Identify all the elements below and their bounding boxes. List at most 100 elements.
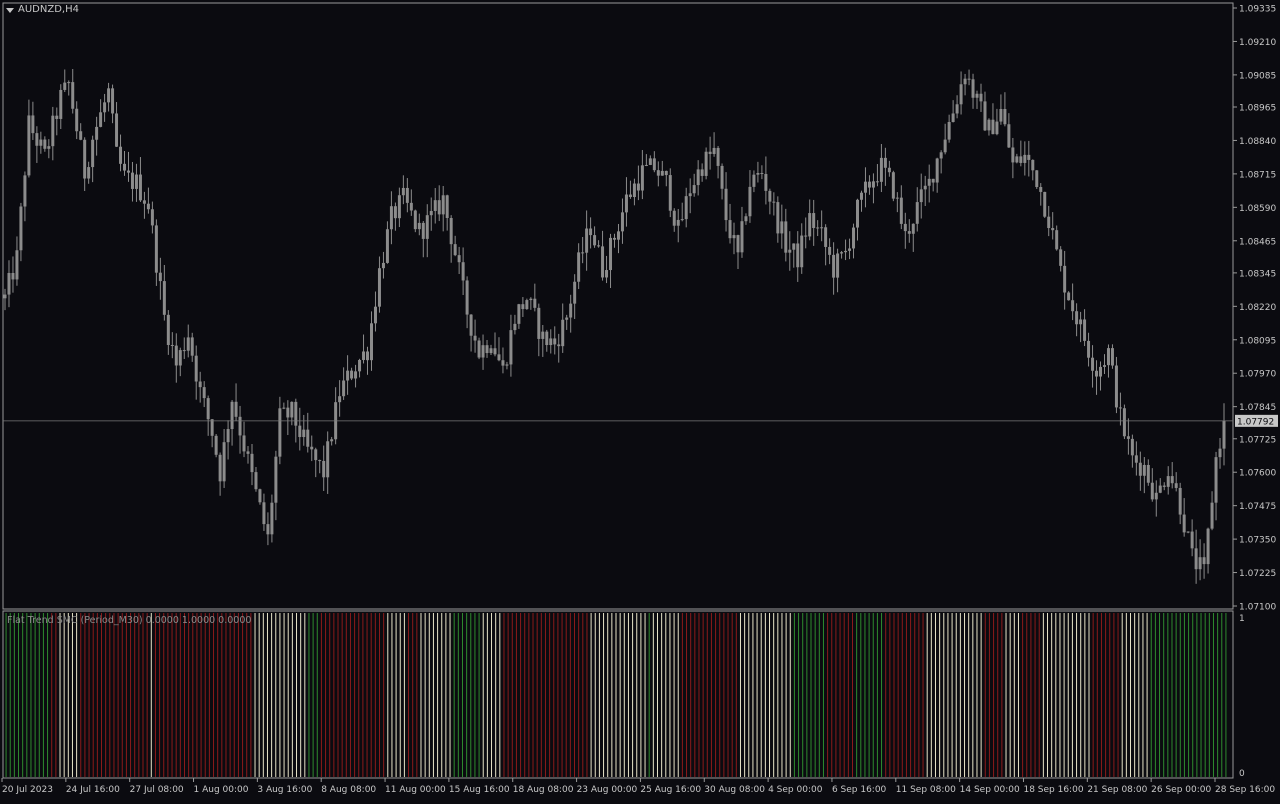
candle-body (1206, 528, 1210, 565)
candle-body (99, 112, 103, 127)
time-tick-label: 28 Sep 16:00 (1215, 785, 1275, 795)
candle-body (636, 183, 640, 191)
price-tick-label: 1.08965 (1239, 103, 1276, 113)
candle-body (55, 115, 59, 119)
candle-body (71, 82, 75, 109)
candle-body (1027, 154, 1031, 160)
candle-body (836, 253, 840, 278)
candle-body (768, 190, 772, 202)
candle-body (1154, 492, 1158, 500)
candle-body (859, 192, 863, 200)
candle-body (792, 243, 796, 250)
candle-body (254, 472, 258, 490)
candle-body (1134, 455, 1138, 463)
chart-canvas[interactable]: 1.09335 1.09210 1.09085 1.08965 1.08840 1.087… (0, 0, 1280, 800)
candle-body (1214, 457, 1218, 503)
candle-body (927, 178, 931, 186)
price-tick-label: 1.09210 (1239, 38, 1276, 48)
candle-body (162, 281, 166, 315)
candle-body (11, 272, 15, 280)
candle-body (214, 435, 218, 455)
time-tick-label: 11 Aug 00:00 (385, 785, 446, 795)
candle-body (1051, 228, 1055, 231)
candle-body (1087, 340, 1091, 358)
candle-body (1158, 485, 1162, 493)
candle-body (294, 401, 298, 426)
time-tick-label: 20 Jul 2023 (2, 785, 53, 795)
candle-body (772, 201, 776, 203)
candle-body (573, 281, 577, 304)
candle-body (15, 250, 19, 280)
candle-body (465, 280, 469, 315)
candle-body (1083, 319, 1087, 341)
indicator-label: Flat Trend SMC (Period_M30) 0.0000 1.000… (7, 615, 252, 626)
candle-body (1210, 502, 1214, 529)
candle-body (1059, 249, 1063, 266)
candle-body (154, 225, 158, 273)
candle-body (1110, 348, 1114, 366)
candle-body (911, 223, 915, 234)
time-tick-label: 30 Aug 08:00 (704, 785, 765, 795)
candle-body (748, 186, 752, 217)
candle-body (1146, 464, 1150, 483)
candle-body (987, 119, 991, 131)
candle-body (1186, 531, 1190, 533)
candle-body (708, 151, 712, 154)
candle-body (230, 401, 234, 430)
candle-body (354, 371, 358, 379)
time-tick-label: 3 Aug 16:00 (257, 785, 312, 795)
price-pane-frame (2, 2, 1234, 610)
candle-body (449, 218, 453, 245)
candle-body (174, 345, 178, 366)
candle-body (362, 351, 366, 360)
time-tick-label: 23 Aug 00:00 (577, 785, 638, 795)
candle-body (1019, 156, 1023, 163)
candle-body (1095, 370, 1099, 377)
indicator-pane-frame (2, 610, 1234, 779)
candle-body (995, 121, 999, 135)
candle-body (589, 228, 593, 236)
candle-body (959, 84, 963, 105)
candle-body (1130, 438, 1134, 456)
candle-body (975, 93, 979, 98)
candle-body (509, 330, 513, 365)
candle-body (1174, 483, 1178, 488)
candle-body (306, 429, 310, 447)
candle-body (421, 222, 425, 239)
candle-body (788, 249, 792, 253)
candle-body (83, 139, 87, 179)
candle-body (796, 243, 800, 268)
symbol-dropdown-icon[interactable] (6, 8, 14, 13)
candle-body (182, 350, 186, 352)
candle-body (385, 229, 389, 263)
candle-body (915, 202, 919, 224)
candle-body (262, 502, 266, 525)
candle-body (1007, 124, 1011, 148)
price-tick-label: 1.07225 (1239, 569, 1276, 579)
candle-body (1035, 170, 1039, 188)
candle-body (1150, 482, 1154, 500)
current-price-tag: 1.07792 (1237, 417, 1274, 427)
time-tick-label: 15 Aug 16:00 (449, 785, 510, 795)
candle-body (740, 221, 744, 253)
candle-body (939, 152, 943, 159)
candle-body (123, 163, 127, 171)
candle-body (150, 209, 154, 226)
candle-body (1067, 292, 1071, 301)
time-tick-label: 21 Sep 08:00 (1087, 785, 1147, 795)
price-tick-label: 1.07970 (1239, 370, 1276, 380)
candle-body (103, 102, 107, 113)
candle-body (59, 89, 63, 119)
candle-body (397, 195, 401, 219)
candle-body (1190, 531, 1194, 549)
candle-body (226, 429, 230, 443)
candle-body (290, 401, 294, 418)
candle-body (1055, 230, 1059, 250)
time-tick-label: 14 Sep 00:00 (960, 785, 1020, 795)
candle-body (883, 157, 887, 168)
candle-body (967, 78, 971, 80)
candle-body (1106, 348, 1110, 366)
candle-body (1091, 357, 1095, 371)
candle-body (700, 169, 704, 176)
candle-body (1122, 408, 1126, 437)
